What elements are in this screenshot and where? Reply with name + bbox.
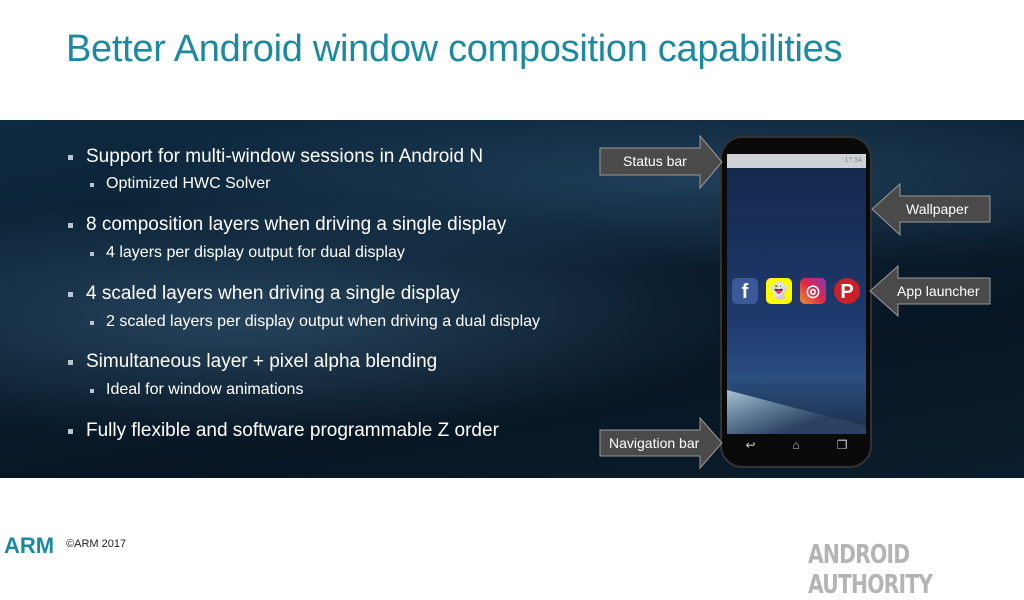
copyright: ©ARM 2017 <box>66 538 127 550</box>
callout-label: App launcher <box>897 283 980 299</box>
callout-label: Status bar <box>623 153 687 169</box>
callout-arrows <box>599 134 991 470</box>
callout-label: Wallpaper <box>906 201 969 217</box>
arm-logo: ARM <box>4 533 55 558</box>
callout-label: Navigation bar <box>609 435 700 451</box>
android-authority-watermark: ANDROID AUTHORITY <box>808 540 933 600</box>
